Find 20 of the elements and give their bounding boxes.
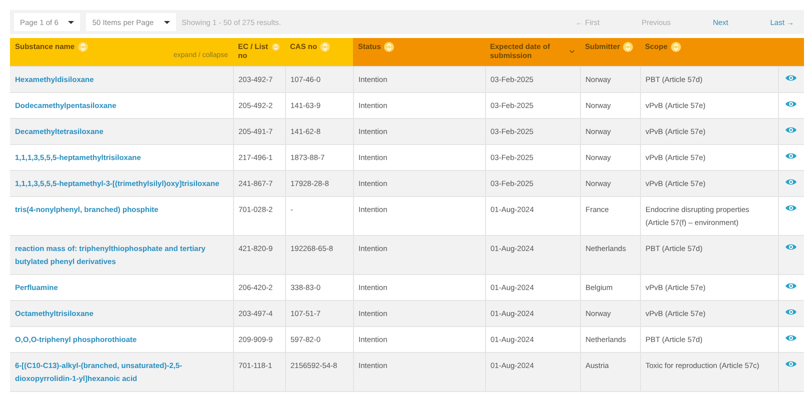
sort-icon[interactable] [78, 42, 88, 52]
caret-icon [68, 20, 74, 24]
view-icon[interactable] [785, 282, 798, 290]
sort-icon[interactable] [623, 42, 634, 52]
view-icon[interactable] [785, 204, 798, 212]
view-icon[interactable] [785, 178, 798, 186]
view-icon[interactable] [785, 308, 798, 316]
sort-icon[interactable] [272, 42, 280, 52]
sort-icon[interactable] [384, 42, 394, 52]
sort-descending-icon[interactable] [569, 48, 575, 55]
view-icon[interactable] [785, 100, 798, 108]
view-icon[interactable] [785, 126, 798, 134]
caret-icon [164, 20, 170, 24]
view-icon[interactable] [785, 334, 798, 342]
view-icon[interactable] [785, 152, 798, 160]
view-icon[interactable] [785, 360, 798, 368]
view-icon[interactable] [785, 74, 798, 82]
view-icon[interactable] [785, 243, 798, 251]
sort-icon[interactable] [320, 42, 330, 52]
sort-icon[interactable] [670, 42, 681, 52]
